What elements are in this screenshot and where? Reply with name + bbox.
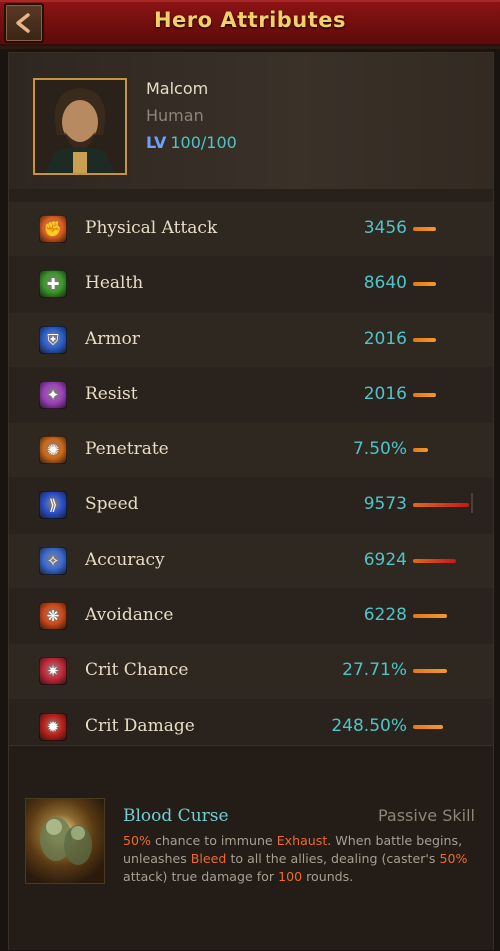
attribute-bar <box>413 282 436 287</box>
attribute-label: Speed <box>85 494 139 515</box>
skill-type: Passive Skill <box>377 806 475 825</box>
header-bar: Hero Attributes <box>0 0 500 49</box>
attribute-label: Avoidance <box>85 605 174 626</box>
skill-text: rounds. <box>302 869 354 884</box>
attribute-value: 7.50% <box>352 439 407 460</box>
skill-keyword: 100 <box>278 869 303 884</box>
attribute-bar <box>413 503 469 508</box>
hero-portrait[interactable] <box>33 78 127 175</box>
health-icon: ✚ <box>39 270 67 299</box>
attribute-bar <box>413 669 447 674</box>
attribute-label: Resist <box>85 383 138 404</box>
page-title: Hero Attributes <box>153 8 347 32</box>
fist-fire-icon: ✊ <box>39 215 67 243</box>
attribute-bar <box>413 448 428 453</box>
attribute-bar <box>413 558 456 563</box>
hero-name: Malcom <box>146 79 209 98</box>
crit-damage-icon: ✹ <box>39 712 67 741</box>
skill-icon[interactable] <box>25 798 105 884</box>
hero-race: Human <box>146 106 204 125</box>
blood-curse-icon <box>40 817 92 865</box>
attribute-label: Accuracy <box>85 549 165 570</box>
attribute-value: 3456 <box>363 218 407 238</box>
skill-section: Blood Curse Passive Skill 50% chance to … <box>9 745 493 950</box>
attribute-row: ⟫ Speed 9573 <box>9 478 493 534</box>
skill-name: Blood Curse <box>123 806 229 826</box>
hero-avatar-icon <box>35 80 125 173</box>
skill-text: attack) true damage for <box>123 869 279 884</box>
resist-icon: ✦ <box>39 380 67 409</box>
attribute-value: 6924 <box>363 549 407 570</box>
attribute-row: ⛨ Armor 2016 <box>9 312 493 368</box>
attribute-value: 6228 <box>363 605 407 626</box>
attribute-row: ✚ Health 8640 <box>9 257 493 313</box>
attribute-bar <box>413 392 436 397</box>
attribute-value: 8640 <box>363 273 407 294</box>
skill-text: to all the allies, dealing (caster's <box>226 851 440 866</box>
attribute-label: Crit Chance <box>85 660 189 681</box>
accuracy-icon: ✧ <box>39 546 67 575</box>
scrollbar[interactable] <box>471 493 473 513</box>
attribute-row: ✊ Physical Attack 3456 <box>9 202 493 258</box>
hero-level: LV 100/100 <box>146 133 237 152</box>
attribute-bar <box>413 724 443 729</box>
attribute-row: ✧ Accuracy 6924 <box>9 533 493 590</box>
attribute-label: Armor <box>85 328 140 349</box>
attributes-panel: Malcom Human LV 100/100 ✊ Physical Attack 3… <box>8 52 494 950</box>
attribute-value: 2016 <box>363 328 407 349</box>
skill-description: 50% chance to immune Exhaust. When battl… <box>123 832 478 886</box>
attribute-value: 2016 <box>363 383 407 404</box>
skill-keyword: Bleed <box>190 851 227 866</box>
speed-icon: ⟫ <box>39 491 67 520</box>
attribute-label: Physical Attack <box>85 218 218 238</box>
attribute-bar <box>413 614 447 619</box>
attribute-bar <box>413 227 436 231</box>
attribute-label: Penetrate <box>85 439 169 460</box>
level-value: 100/100 <box>170 133 237 152</box>
hero-profile: Malcom Human LV 100/100 <box>9 53 493 189</box>
attribute-value: 248.50% <box>331 715 407 736</box>
attribute-label: Crit Damage <box>85 715 195 736</box>
skill-text: chance to immune <box>151 833 277 848</box>
attribute-row: ❋ Avoidance 6228 <box>9 589 493 645</box>
attribute-value: 27.71% <box>342 660 407 681</box>
attribute-bar <box>413 337 436 342</box>
attribute-list: ✊ Physical Attack 3456 ✚ Health 8640 ⛨ Armor 201… <box>9 202 493 755</box>
skill-keyword: 50% <box>123 833 151 848</box>
avoidance-icon: ❋ <box>39 602 67 631</box>
shield-icon: ⛨ <box>39 325 67 354</box>
skill-keyword: 50% <box>439 851 468 866</box>
skill-keyword: Exhaust <box>276 833 328 848</box>
attribute-label: Health <box>85 273 144 294</box>
crit-chance-icon: ✷ <box>39 657 67 686</box>
attribute-row: ✦ Resist 2016 <box>9 367 493 424</box>
attribute-row: ✺ Penetrate 7.50% <box>9 423 493 479</box>
attribute-row: ✷ Crit Chance 27.71% <box>9 644 493 700</box>
penetrate-icon: ✺ <box>39 436 67 465</box>
attribute-value: 9573 <box>363 494 407 515</box>
level-tag: LV <box>146 133 167 152</box>
